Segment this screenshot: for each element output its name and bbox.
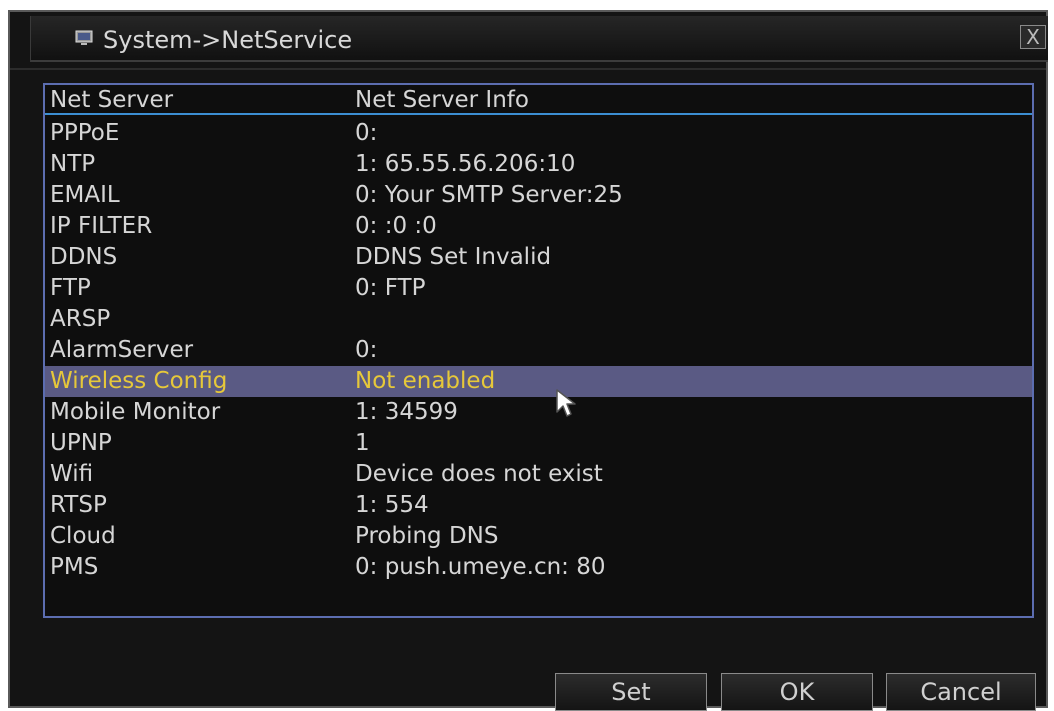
table-row[interactable]: NTP 1: 65.55.56.206:10 — [45, 149, 1032, 180]
table-row[interactable]: Cloud Probing DNS — [45, 521, 1032, 552]
ok-button[interactable]: OK — [721, 673, 873, 711]
table-row[interactable]: AlarmServer 0: — [45, 335, 1032, 366]
table-row[interactable]: EMAIL 0: Your SMTP Server:25 — [45, 180, 1032, 211]
list-header: Net Server Net Server Info — [45, 85, 1032, 115]
table-row[interactable]: DDNS DDNS Set Invalid — [45, 242, 1032, 273]
net-server-name: ARSP — [50, 306, 111, 332]
net-server-info: Probing DNS — [355, 523, 499, 549]
net-server-name: DDNS — [50, 244, 118, 270]
net-server-info: 1: 554 — [355, 492, 429, 518]
table-row[interactable]: PPPoE 0: — [45, 118, 1032, 149]
table-row[interactable]: PMS 0: push.umeye.cn: 80 — [45, 552, 1032, 583]
net-server-info: Device does not exist — [355, 461, 603, 487]
table-row[interactable]: FTP 0: FTP — [45, 273, 1032, 304]
table-row[interactable]: Wifi Device does not exist — [45, 459, 1032, 490]
net-server-name: PPPoE — [50, 120, 120, 146]
cancel-button[interactable]: Cancel — [886, 673, 1036, 711]
net-server-info: Not enabled — [355, 368, 496, 394]
mouse-cursor-icon — [556, 389, 576, 417]
net-server-info: 0: push.umeye.cn: 80 — [355, 554, 606, 580]
net-server-name: UPNP — [50, 430, 112, 456]
monitor-icon — [75, 30, 93, 45]
net-server-name: AlarmServer — [50, 337, 194, 363]
net-server-name: NTP — [50, 151, 96, 177]
netservice-dialog: System->NetService X Net Server Net Serv… — [8, 10, 1048, 711]
set-button[interactable]: Set — [555, 673, 707, 711]
net-server-name: Mobile Monitor — [50, 399, 221, 425]
table-row-selected[interactable]: Wireless Config Not enabled — [45, 366, 1032, 397]
net-server-name: Wireless Config — [50, 368, 228, 394]
dialog-title: System->NetService — [103, 26, 353, 54]
title-bar: System->NetService X — [30, 16, 1048, 62]
table-row[interactable]: ARSP — [45, 304, 1032, 335]
net-server-name: RTSP — [50, 492, 107, 518]
table-row[interactable]: RTSP 1: 554 — [45, 490, 1032, 521]
table-row[interactable]: Mobile Monitor 1: 34599 — [45, 397, 1032, 428]
net-server-info: 0: FTP — [355, 275, 426, 301]
table-row[interactable]: UPNP 1 — [45, 428, 1032, 459]
net-server-name: FTP — [50, 275, 91, 301]
net-server-name: EMAIL — [50, 182, 120, 208]
table-row[interactable]: IP FILTER 0: :0 :0 — [45, 211, 1032, 242]
net-server-info: 0: — [355, 337, 378, 363]
net-server-info: 1 — [355, 430, 370, 456]
net-server-list: Net Server Net Server Info PPPoE 0: NTP 1: … — [43, 83, 1034, 618]
header-net-server[interactable]: Net Server — [50, 85, 173, 115]
net-server-info: 1: 65.55.56.206:10 — [355, 151, 576, 177]
net-server-name: Cloud — [50, 523, 116, 549]
net-server-name: PMS — [50, 554, 99, 580]
net-server-info: DDNS Set Invalid — [355, 244, 552, 270]
close-button[interactable]: X — [1020, 25, 1046, 49]
net-server-info: 0: — [355, 120, 378, 146]
header-net-server-info[interactable]: Net Server Info — [355, 85, 529, 115]
net-server-name: Wifi — [50, 461, 94, 487]
net-server-info: 0: :0 :0 — [355, 213, 437, 239]
net-server-info: 1: 34599 — [355, 399, 458, 425]
net-server-info: 0: Your SMTP Server:25 — [355, 182, 623, 208]
net-server-name: IP FILTER — [50, 213, 153, 239]
title-divider — [10, 68, 1046, 70]
list-rows: PPPoE 0: NTP 1: 65.55.56.206:10 EMAIL 0: Your… — [45, 118, 1032, 583]
